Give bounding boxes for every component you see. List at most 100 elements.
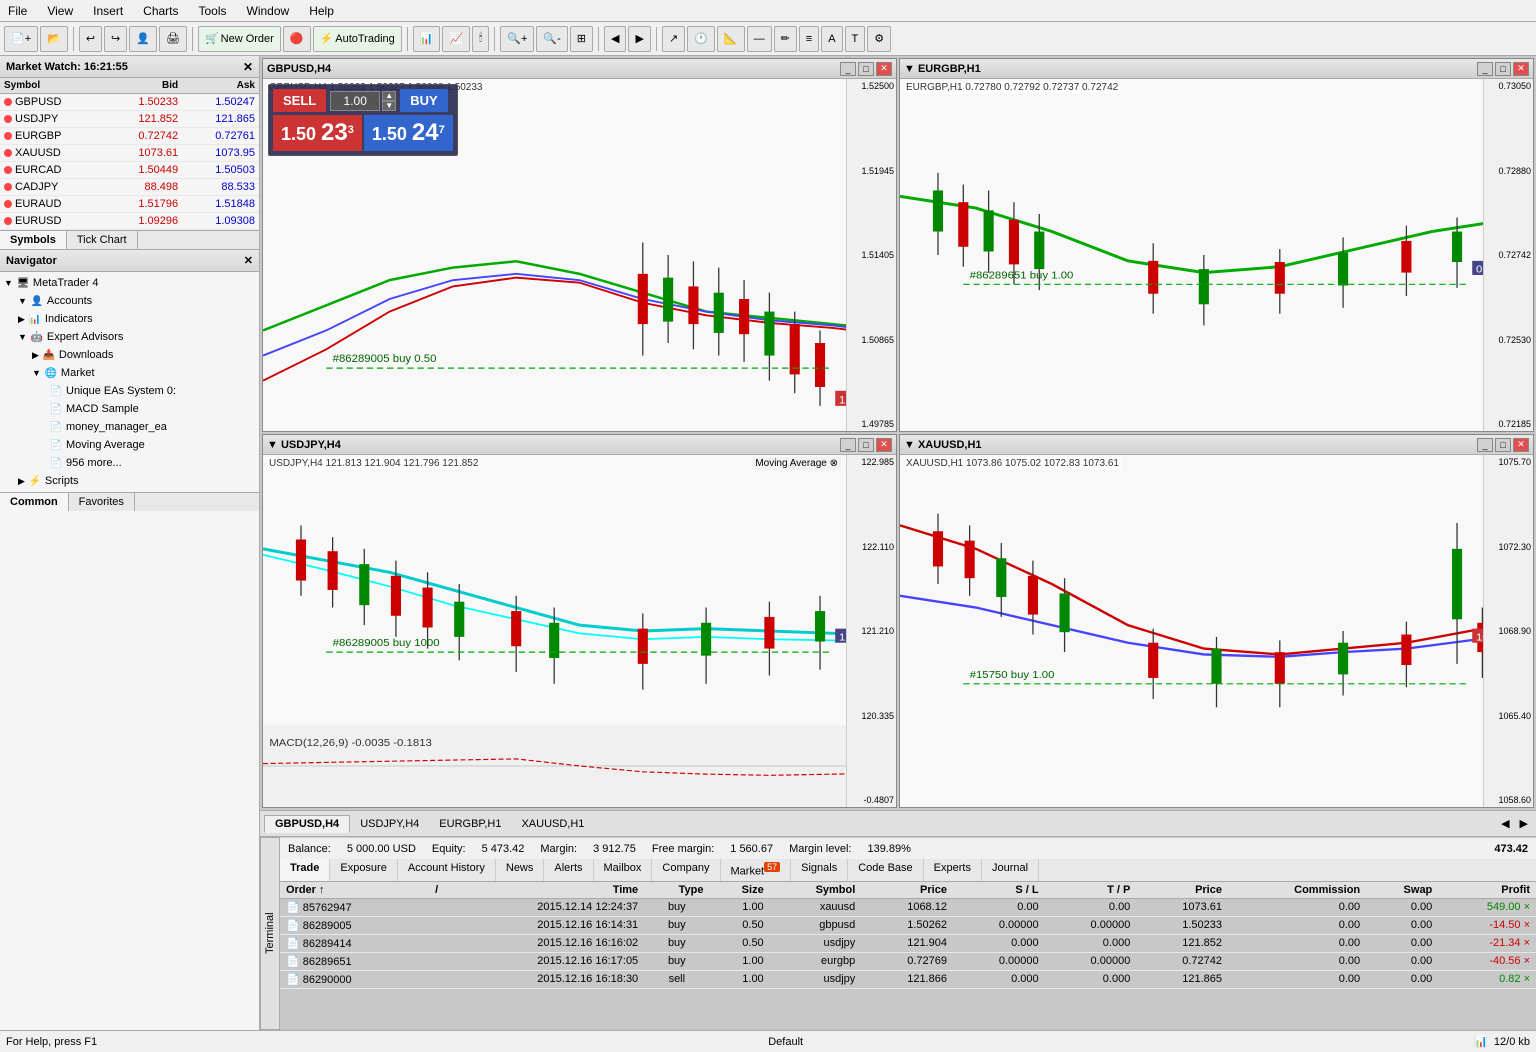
market-watch-row[interactable]: EURGBP 0.72742 0.72761 <box>0 128 259 145</box>
nav-item-metatrader-4[interactable]: ▼🖥MetaTrader 4 <box>0 274 259 292</box>
autotrading-button[interactable]: ⚡ AutoTrading <box>313 26 402 52</box>
trade-tab-journal[interactable]: Journal <box>982 859 1039 881</box>
tab-common[interactable]: Common <box>0 493 69 511</box>
col-size[interactable]: Size <box>709 882 769 899</box>
col-profit[interactable]: Profit <box>1438 882 1536 899</box>
draw-btn6[interactable]: ≡ <box>799 26 819 52</box>
table-row[interactable]: 📄86290000 2015.12.16 16:18:30 sell 1.00 … <box>280 970 1536 988</box>
market-watch-row[interactable]: XAUUSD 1073.61 1073.95 <box>0 145 259 162</box>
expand-arrow[interactable]: ▼ <box>18 332 27 342</box>
col-price-open[interactable]: Price <box>861 882 953 899</box>
col-commission[interactable]: Commission <box>1228 882 1366 899</box>
menu-view[interactable]: View <box>43 2 77 20</box>
draw-btn3[interactable]: 📐 <box>717 26 745 52</box>
table-row[interactable]: 📄86289005 2015.12.16 16:14:31 buy 0.50 g… <box>280 916 1536 934</box>
market-watch-row[interactable]: EURCAD 1.50449 1.50503 <box>0 162 259 179</box>
expand-arrow[interactable]: ▼ <box>18 296 27 306</box>
market-watch-row[interactable]: EURUSD 1.09296 1.09308 <box>0 213 259 230</box>
menu-window[interactable]: Window <box>243 2 294 20</box>
grid-button[interactable]: ⊞ <box>570 26 593 52</box>
chart-btn2[interactable]: 📈 <box>442 26 470 52</box>
col-symbol[interactable]: Symbol <box>0 78 105 94</box>
menu-file[interactable]: File <box>4 2 31 20</box>
market-watch-row[interactable]: CADJPY 88.498 88.533 <box>0 179 259 196</box>
terminal-tab[interactable]: Terminal <box>260 837 280 1030</box>
lot-down[interactable]: ▼ <box>382 101 396 111</box>
chart-gbpusd-max[interactable]: □ <box>858 62 874 76</box>
trade-tab-company[interactable]: Company <box>652 859 720 881</box>
trade-tab-alerts[interactable]: Alerts <box>544 859 593 881</box>
chart-usdjpy-close[interactable]: ✕ <box>876 438 892 452</box>
back-button[interactable]: ◀ <box>604 26 626 52</box>
new-order-icon[interactable]: 🔴 <box>283 26 311 52</box>
trade-tab-code-base[interactable]: Code Base <box>848 859 923 881</box>
col-tp[interactable]: T / P <box>1045 882 1137 899</box>
nav-item-market[interactable]: ▼🌐Market <box>0 364 259 382</box>
expand-arrow[interactable]: ▶ <box>32 350 39 361</box>
menu-tools[interactable]: Tools <box>195 2 231 20</box>
market-watch-row[interactable]: USDJPY 121.852 121.865 <box>0 111 259 128</box>
nav-item-moving-average[interactable]: 📄Moving Average <box>0 436 259 454</box>
chart-gbpusd-close[interactable]: ✕ <box>876 62 892 76</box>
trade-tab-account-history[interactable]: Account History <box>398 859 496 881</box>
chart-gbpusd-min[interactable]: _ <box>840 62 856 76</box>
draw-btn7[interactable]: A <box>821 26 842 52</box>
col-sl[interactable]: S / L <box>953 882 1045 899</box>
chart-xauusd-body[interactable]: XAUUSD,H1 1073.86 1075.02 1072.83 1073.6… <box>900 455 1533 807</box>
col-ask[interactable]: Ask <box>182 78 259 94</box>
expand-arrow[interactable]: ▶ <box>18 476 25 487</box>
expand-arrow[interactable]: ▼ <box>4 278 13 288</box>
chart-eurgbp-max[interactable]: □ <box>1495 62 1511 76</box>
draw-btn5[interactable]: ✏ <box>774 26 797 52</box>
chart-xauusd-min[interactable]: _ <box>1477 438 1493 452</box>
chart-tab-xauusd[interactable]: XAUUSD,H1 <box>511 816 594 832</box>
nav-item-unique-eas-system-0:[interactable]: 📄Unique EAs System 0: <box>0 382 259 400</box>
undo-button[interactable]: ↩ <box>79 26 102 52</box>
trade-tab-exposure[interactable]: Exposure <box>330 859 397 881</box>
menu-help[interactable]: Help <box>305 2 338 20</box>
expand-arrow[interactable]: ▶ <box>18 314 25 325</box>
col-type[interactable]: Type <box>644 882 709 899</box>
print-button[interactable]: 🖨 <box>159 26 187 52</box>
nav-item-scripts[interactable]: ▶⚡Scripts <box>0 472 259 490</box>
zoom-out-button[interactable]: 🔍- <box>536 26 567 52</box>
chart-xauusd-close[interactable]: ✕ <box>1513 438 1529 452</box>
draw-btn4[interactable]: — <box>747 26 772 52</box>
table-row[interactable]: 📄86289414 2015.12.16 16:16:02 buy 0.50 u… <box>280 934 1536 952</box>
col-slash[interactable]: / <box>418 882 445 899</box>
open-button[interactable]: 📂 <box>40 26 68 52</box>
chart-tab-usdjpy[interactable]: USDJPY,H4 <box>350 816 429 832</box>
chart-gbpusd-body[interactable]: GBPUSD,H4 1.50263 1.50327 1.50208 1.5023… <box>263 79 896 431</box>
table-row[interactable]: 📄86289651 2015.12.16 16:17:05 buy 1.00 e… <box>280 952 1536 970</box>
chart-eurgbp-body[interactable]: EURGBP,H1 0.72780 0.72792 0.72737 0.7274… <box>900 79 1533 431</box>
col-bid[interactable]: Bid <box>105 78 182 94</box>
trade-tab-mailbox[interactable]: Mailbox <box>594 859 653 881</box>
chart-tab-eurgbp[interactable]: EURGBP,H1 <box>429 816 511 832</box>
trade-tab-trade[interactable]: Trade <box>280 859 330 881</box>
nav-item-expert-advisors[interactable]: ▼🤖Expert Advisors <box>0 328 259 346</box>
trade-tab-market[interactable]: Market57 <box>721 859 792 881</box>
lot-input[interactable] <box>330 91 380 111</box>
tab-symbols[interactable]: Symbols <box>0 231 67 249</box>
chart-tab-prev[interactable]: ◀ <box>1497 817 1513 830</box>
nav-item-macd-sample[interactable]: 📄MACD Sample <box>0 400 259 418</box>
chart-usdjpy-max[interactable]: □ <box>858 438 874 452</box>
zoom-in-button[interactable]: 🔍+ <box>500 26 534 52</box>
buy-button[interactable]: BUY <box>400 89 447 112</box>
nav-item-accounts[interactable]: ▼👤Accounts <box>0 292 259 310</box>
trade-tab-experts[interactable]: Experts <box>924 859 982 881</box>
expand-arrow[interactable]: ▼ <box>32 368 41 378</box>
nav-item-956-more...[interactable]: 📄956 more... <box>0 454 259 472</box>
chart-eurgbp-min[interactable]: _ <box>1477 62 1493 76</box>
trade-tab-signals[interactable]: Signals <box>791 859 848 881</box>
table-row[interactable]: 📄85762947 2015.12.14 12:24:37 buy 1.00 x… <box>280 898 1536 916</box>
col-swap[interactable]: Swap <box>1366 882 1438 899</box>
market-watch-close[interactable]: ✕ <box>243 60 253 74</box>
draw-btn1[interactable]: ↗ <box>662 26 685 52</box>
market-watch-row[interactable]: EURAUD 1.51796 1.51848 <box>0 196 259 213</box>
chart-tab-gbpusd[interactable]: GBPUSD,H4 <box>264 815 350 833</box>
menu-charts[interactable]: Charts <box>139 2 182 20</box>
col-symbol[interactable]: Symbol <box>770 882 862 899</box>
chart-tab-next[interactable]: ▶ <box>1516 817 1532 830</box>
col-price-curr[interactable]: Price <box>1136 882 1228 899</box>
